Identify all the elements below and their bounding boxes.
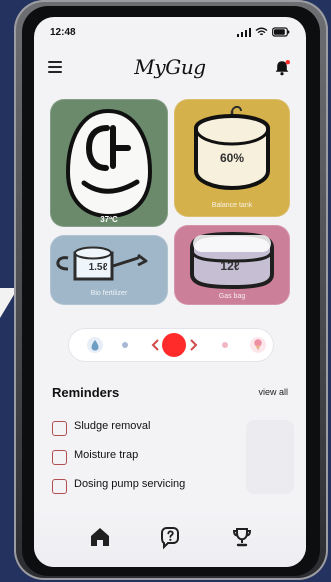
carousel-dot-right[interactable] [222, 342, 228, 348]
balance-tank-tile[interactable]: 60% Balance tank [174, 99, 290, 217]
bio-fertilizer-label: Bio fertilizer [90, 290, 128, 297]
tile-carousel[interactable] [68, 328, 274, 362]
phone-screen: 12:48 MyGug 37ºC 60% Balance tank 1.5ℓ B… [34, 17, 306, 567]
carousel-arrow-right[interactable] [189, 338, 199, 352]
balance-tank-value: 60% [219, 151, 245, 165]
balance-tank-label: Balance tank [211, 202, 253, 209]
nav-trophy[interactable] [228, 523, 256, 551]
gas-bag-tile[interactable]: 12ℓ Gas bag [174, 225, 290, 305]
nav-home[interactable] [86, 523, 114, 551]
egg-face-icon [65, 108, 153, 219]
view-all-link[interactable]: view all [258, 387, 288, 397]
bell-icon [275, 60, 290, 76]
temperature-value: 37ºC [100, 215, 118, 224]
wifi-icon [255, 27, 268, 36]
status-icons [237, 27, 290, 37]
help-icon [161, 527, 179, 550]
trophy-icon [232, 528, 252, 547]
signal-icon [237, 28, 251, 37]
reminders-title: Reminders [52, 385, 120, 400]
carousel-item-left[interactable] [86, 336, 104, 354]
bio-fertilizer-tile[interactable]: 1.5ℓ Bio fertilizer [50, 235, 168, 305]
ice-cream-icon [250, 337, 266, 353]
status-bar: 12:48 [34, 17, 306, 51]
side-preview-panel [246, 420, 294, 494]
status-time: 12:48 [50, 27, 76, 38]
notification-badge [285, 60, 290, 65]
carousel-arrow-left[interactable] [150, 338, 160, 352]
reminder-checkbox[interactable] [52, 421, 67, 436]
app-header: MyGug [34, 55, 306, 83]
chevron-left-icon [151, 339, 159, 351]
reminder-checkbox[interactable] [52, 450, 67, 465]
carousel-dot-left[interactable] [122, 342, 128, 348]
reminder-label: Moisture trap [74, 449, 139, 461]
app-title: MyGug [134, 55, 206, 79]
chevron-right-icon [190, 339, 198, 351]
temperature-tile[interactable]: 37ºC [50, 99, 168, 227]
notifications-button[interactable] [272, 58, 292, 78]
reminder-item[interactable]: Dosing pump servicing [52, 477, 232, 499]
reminder-label: Sludge removal [74, 420, 151, 432]
reminder-item[interactable]: Sludge removal [52, 419, 232, 441]
presentation-scene: 12:48 MyGug 37ºC 60% Balance tank 1.5ℓ B… [0, 0, 331, 582]
reminder-item[interactable]: Moisture trap [52, 448, 232, 470]
bottom-navigation [34, 511, 306, 567]
droplet-icon [87, 337, 103, 353]
reminder-label: Dosing pump servicing [74, 478, 186, 490]
battery-icon [272, 27, 290, 37]
gas-bag-label: Gas bag [218, 293, 246, 300]
reminder-checkbox[interactable] [52, 479, 67, 494]
home-icon [91, 528, 109, 546]
carousel-item-right[interactable] [249, 336, 267, 354]
bio-fertilizer-value: 1.5ℓ [88, 262, 108, 273]
gas-bag-value: 12ℓ [220, 259, 240, 273]
nav-help[interactable] [156, 523, 184, 551]
dashboard-grid: 37ºC 60% Balance tank 1.5ℓ Bio fertilize… [50, 99, 290, 315]
carousel-active-dot[interactable] [162, 333, 186, 357]
